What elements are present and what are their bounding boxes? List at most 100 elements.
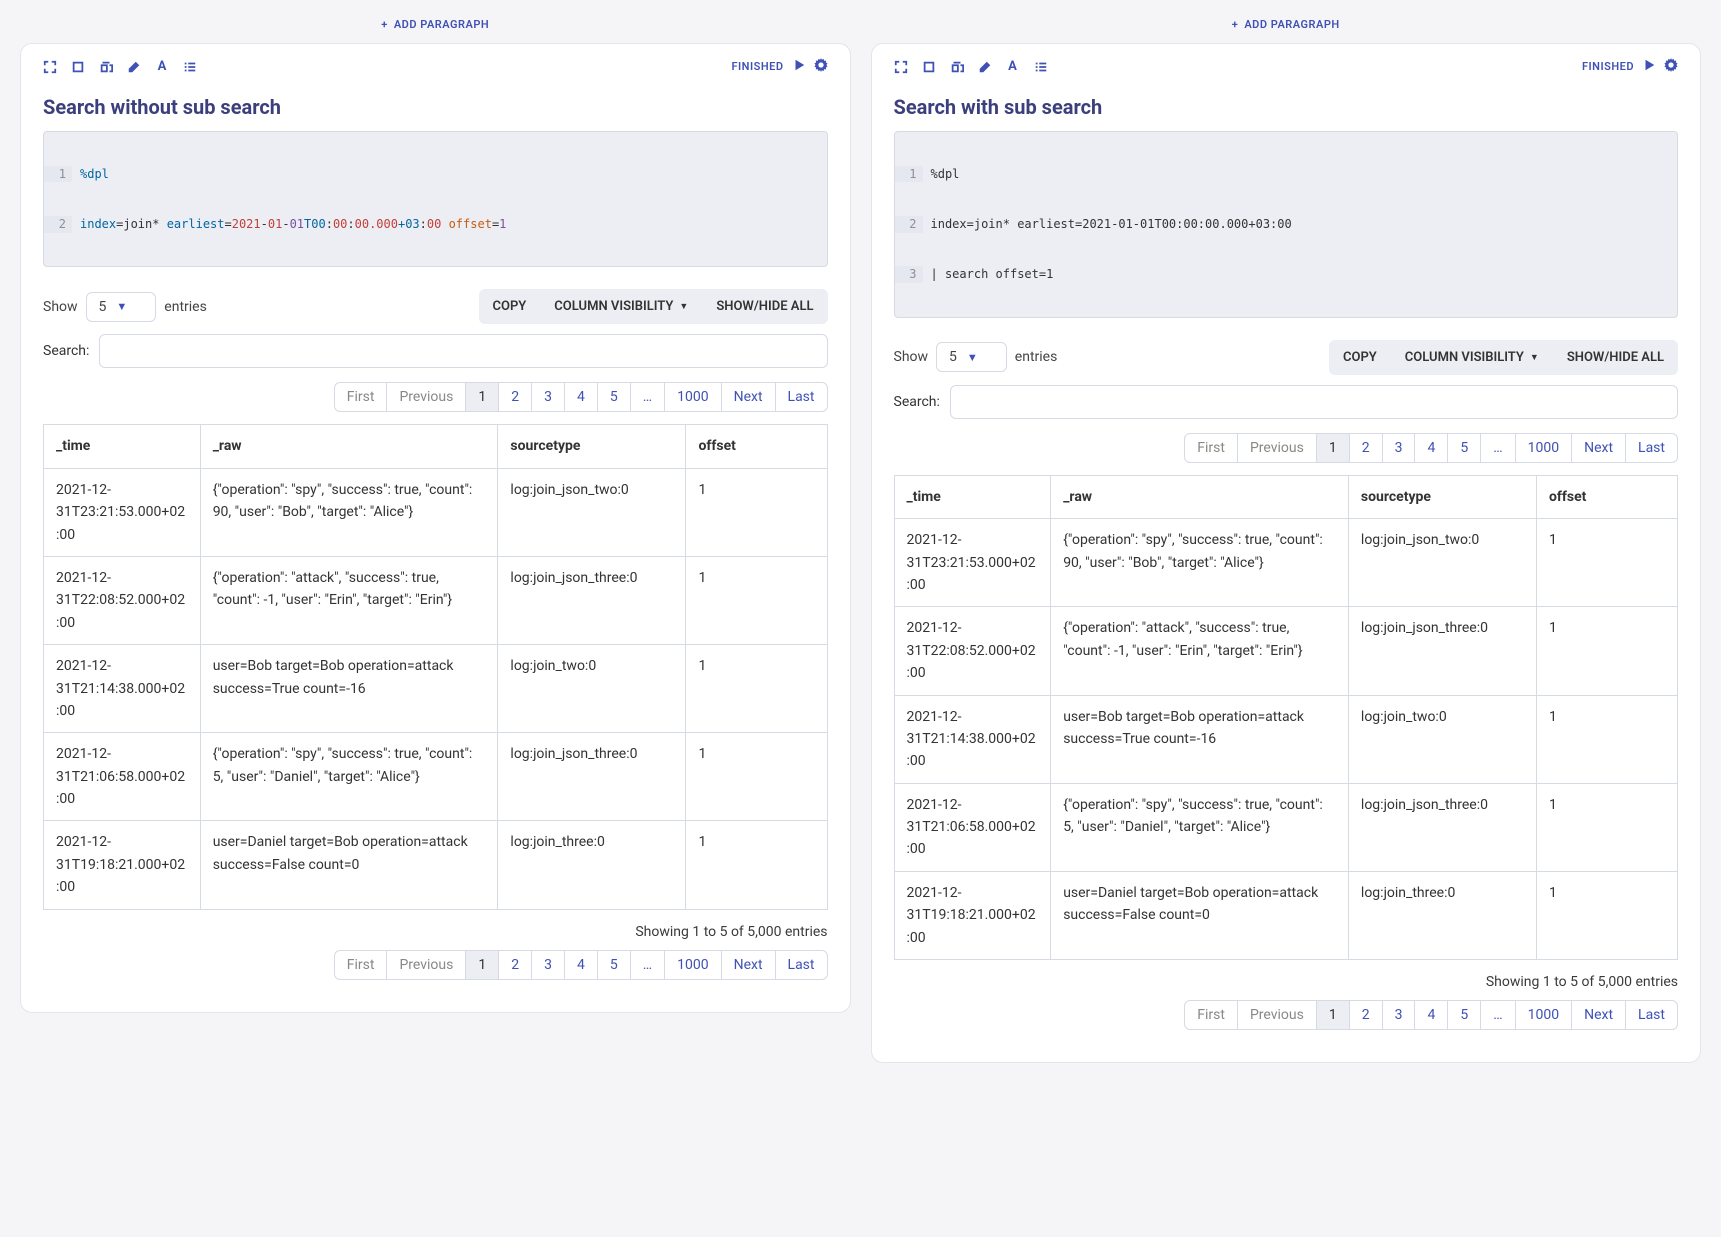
column-header[interactable]: sourcetype [498,425,686,468]
play-icon[interactable] [1642,58,1656,75]
show-hide-all-button[interactable]: SHOW/HIDE ALL [1553,340,1678,375]
page-number[interactable]: 1000 [664,950,721,980]
cell-title: Search without sub search [43,95,828,119]
code-editor-right[interactable]: 1%dpl 2index=join* earliest=2021-01-01T0… [894,131,1679,318]
table-cell: 2021-12-31T23:21:53.000+02:00 [894,519,1051,607]
column-visibility-button[interactable]: COLUMN VISIBILITY▼ [540,289,702,324]
table-cell: 1 [1536,519,1677,607]
page-previous[interactable]: Previous [386,382,466,412]
chevron-down-icon: ▼ [967,351,978,364]
book-icon[interactable] [922,60,936,74]
page-number[interactable]: … [1480,433,1515,463]
page-number[interactable]: 1 [1316,1000,1350,1030]
table-cell: log:join_three:0 [498,821,686,909]
page-number[interactable]: 5 [597,382,631,412]
column-header[interactable]: offset [1536,475,1677,518]
page-previous[interactable]: Previous [386,950,466,980]
search-input[interactable] [99,334,827,368]
page-previous[interactable]: Previous [1237,433,1317,463]
page-number[interactable]: … [630,382,665,412]
page-previous[interactable]: Previous [1237,1000,1317,1030]
page-next[interactable]: Next [721,950,776,980]
code-editor-left[interactable]: 1 %dpl 2 index=join* earliest=2021-01-01… [43,131,828,267]
page-number[interactable]: 4 [564,382,598,412]
eraser-icon[interactable] [978,60,992,74]
page-number[interactable]: 2 [1349,1000,1383,1030]
gear-icon[interactable] [1664,58,1678,75]
table-cell: log:join_two:0 [498,645,686,733]
copy-button[interactable]: COPY [1329,340,1391,375]
chevron-down-icon: ▼ [116,300,127,313]
page-next[interactable]: Next [721,382,776,412]
page-number[interactable]: 4 [564,950,598,980]
page-last[interactable]: Last [1625,433,1678,463]
column-visibility-button[interactable]: COLUMN VISIBILITY▼ [1391,340,1553,375]
page-number[interactable]: 1000 [1515,433,1572,463]
list-icon[interactable] [1034,60,1048,74]
table-cell: log:join_json_three:0 [498,733,686,821]
show-hide-all-button[interactable]: SHOW/HIDE ALL [702,289,827,324]
page-number[interactable]: 4 [1414,433,1448,463]
page-last[interactable]: Last [775,950,828,980]
page-number[interactable]: 1000 [664,382,721,412]
page-number[interactable]: 2 [498,950,532,980]
page-size-select[interactable]: 5 ▼ [86,292,157,322]
table-row: 2021-12-31T19:18:21.000+02:00user=Daniel… [894,871,1678,959]
add-paragraph-button[interactable]: + ADD PARAGRAPH [871,10,1702,43]
page-last[interactable]: Last [1625,1000,1678,1030]
page-number[interactable]: 5 [597,950,631,980]
page-first[interactable]: First [1184,1000,1238,1030]
column-header[interactable]: _raw [1051,475,1349,518]
page-last[interactable]: Last [775,382,828,412]
page-number[interactable]: 4 [1414,1000,1448,1030]
page-number[interactable]: 5 [1447,433,1481,463]
eraser-icon[interactable] [127,60,141,74]
table-cell: {"operation": "spy", "success": true, "c… [1051,783,1349,871]
page-number[interactable]: 3 [1382,433,1416,463]
page-number[interactable]: 3 [531,382,565,412]
column-header[interactable]: _time [894,475,1051,518]
page-first[interactable]: First [1184,433,1238,463]
cell-toolbar: A FINISHED [884,58,1689,85]
search-label: Search: [894,394,940,410]
gear-icon[interactable] [814,58,828,75]
page-number[interactable]: … [630,950,665,980]
page-number[interactable]: 2 [498,382,532,412]
book-icon[interactable] [71,60,85,74]
copy-button[interactable]: COPY [479,289,541,324]
page-number[interactable]: 1 [465,382,499,412]
page-number[interactable]: 1 [465,950,499,980]
add-paragraph-button[interactable]: + ADD PARAGRAPH [20,10,851,43]
expand-icon[interactable] [43,60,57,74]
page-number[interactable]: 3 [1382,1000,1416,1030]
table-row: 2021-12-31T21:06:58.000+02:00{"operation… [894,783,1678,871]
page-number[interactable]: … [1480,1000,1515,1030]
page-number[interactable]: 1000 [1515,1000,1572,1030]
table-cell: user=Bob target=Bob operation=attack suc… [1051,695,1349,783]
page-next[interactable]: Next [1571,433,1626,463]
search-input[interactable] [950,385,1678,419]
search-label: Search: [43,343,89,359]
page-size-select[interactable]: 5 ▼ [936,342,1007,372]
copy-icon[interactable] [950,60,964,74]
table-cell: user=Bob target=Bob operation=attack suc… [200,645,498,733]
font-icon[interactable]: A [1006,60,1020,74]
line-number: 3 [895,266,923,283]
page-next[interactable]: Next [1571,1000,1626,1030]
page-first[interactable]: First [334,950,388,980]
expand-icon[interactable] [894,60,908,74]
page-number[interactable]: 2 [1349,433,1383,463]
page-first[interactable]: First [334,382,388,412]
column-header[interactable]: sourcetype [1348,475,1536,518]
column-header[interactable]: offset [686,425,827,468]
table-cell: user=Daniel target=Bob operation=attack … [1051,871,1349,959]
column-header[interactable]: _time [44,425,201,468]
list-icon[interactable] [183,60,197,74]
font-icon[interactable]: A [155,60,169,74]
page-number[interactable]: 5 [1447,1000,1481,1030]
copy-icon[interactable] [99,60,113,74]
play-icon[interactable] [792,58,806,75]
page-number[interactable]: 3 [531,950,565,980]
column-header[interactable]: _raw [200,425,498,468]
page-number[interactable]: 1 [1316,433,1350,463]
